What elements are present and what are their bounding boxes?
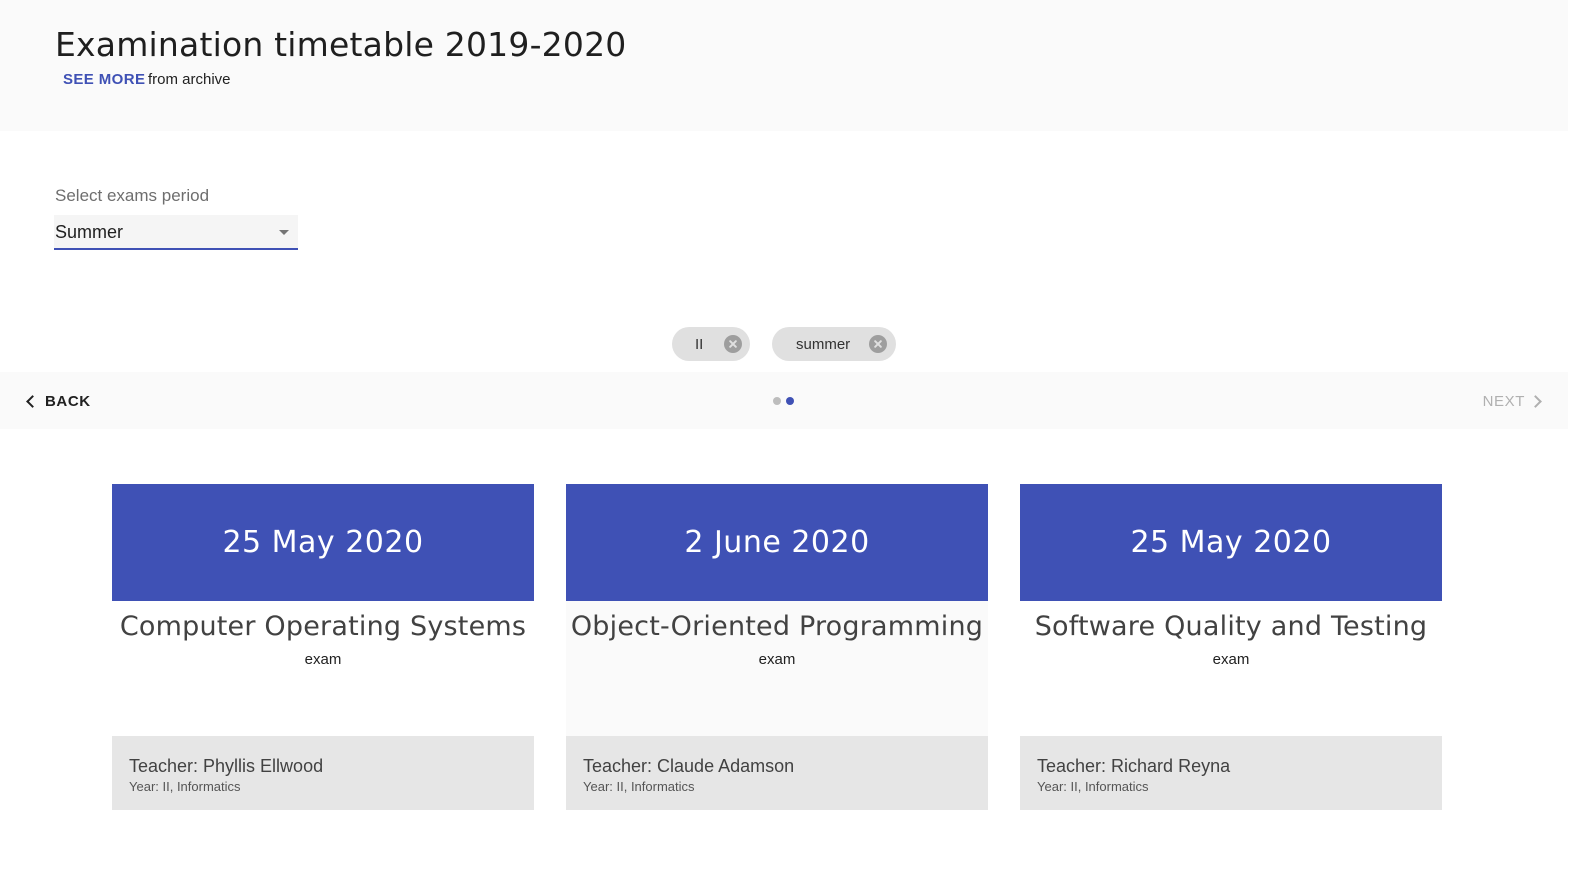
exam-card-footer: Teacher: Phyllis Ellwood Year: II, Infor…	[112, 736, 534, 810]
filter-chip-period: summer	[772, 327, 896, 361]
pagination-stepper: BACK NEXT	[0, 372, 1568, 429]
exam-card: 25 May 2020 Software Quality and Testing…	[1020, 484, 1442, 810]
exam-subject: Computer Operating Systems	[119, 611, 527, 642]
exam-card: 25 May 2020 Computer Operating Systems e…	[112, 484, 534, 810]
step-dot-active[interactable]	[786, 397, 794, 405]
exam-type: exam	[1212, 651, 1250, 668]
see-more-link[interactable]: SEE MORE	[63, 71, 145, 88]
exam-teacher: Teacher: Richard Reyna	[1037, 756, 1231, 776]
exam-date: 2 June 2020	[566, 484, 988, 601]
period-select-label: Select exams period	[55, 186, 210, 205]
exam-teacher: Teacher: Phyllis Ellwood	[129, 756, 324, 776]
period-select-value: Summer	[55, 222, 124, 242]
next-label: NEXT	[1482, 392, 1525, 410]
exam-type: exam	[304, 651, 342, 668]
exam-card: 2 June 2020 Object-Oriented Programming …	[566, 484, 988, 810]
dropdown-arrow-icon	[279, 230, 289, 235]
back-label: BACK	[45, 392, 91, 410]
page-title: Examination timetable 2019-2020	[55, 25, 627, 64]
exam-year: Year: II, Informatics	[1037, 779, 1149, 794]
exam-type: exam	[758, 651, 796, 668]
page-header: Examination timetable 2019-2020 SEE MORE…	[0, 0, 1568, 131]
next-button[interactable]: NEXT	[1483, 390, 1544, 412]
exam-date: 25 May 2020	[1020, 484, 1442, 601]
exam-subject: Software Quality and Testing	[1034, 611, 1428, 642]
chevron-right-icon	[1529, 394, 1542, 408]
exam-card-footer: Teacher: Richard Reyna Year: II, Informa…	[1020, 736, 1442, 810]
exam-card-footer: Teacher: Claude Adamson Year: II, Inform…	[566, 736, 988, 810]
archive-text: from archive	[148, 71, 231, 88]
chip-remove-icon[interactable]	[869, 335, 887, 353]
period-select[interactable]: Summer	[54, 215, 298, 250]
chip-label: II	[695, 336, 704, 353]
chip-label: summer	[796, 336, 851, 353]
step-dots	[773, 397, 794, 405]
exam-year: Year: II, Informatics	[583, 779, 695, 794]
step-dot[interactable]	[773, 397, 781, 405]
exam-subject: Object-Oriented Programming	[570, 611, 984, 642]
back-button[interactable]: BACK	[22, 390, 91, 412]
exam-year: Year: II, Informatics	[129, 779, 241, 794]
filter-chip-year: II	[672, 327, 750, 361]
exam-teacher: Teacher: Claude Adamson	[583, 756, 795, 776]
exam-date: 25 May 2020	[112, 484, 534, 601]
chevron-left-icon	[26, 394, 39, 408]
chip-remove-icon[interactable]	[724, 335, 742, 353]
